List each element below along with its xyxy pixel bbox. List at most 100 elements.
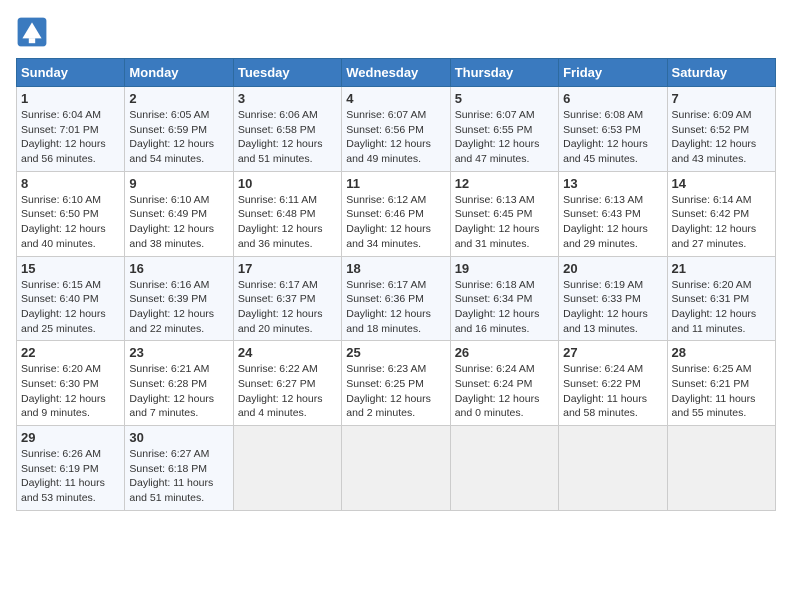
calendar-cell bbox=[667, 426, 775, 511]
day-info: Sunrise: 6:07 AM Sunset: 6:56 PM Dayligh… bbox=[346, 108, 445, 167]
calendar-cell: 21Sunrise: 6:20 AM Sunset: 6:31 PM Dayli… bbox=[667, 256, 775, 341]
day-number: 28 bbox=[672, 345, 771, 360]
calendar-cell bbox=[342, 426, 450, 511]
calendar-cell: 10 Sunrise: 6:11 AM Sunset: 6:48 PM Dayli… bbox=[233, 171, 341, 256]
calendar-cell: 23 Sunrise: 6:21 AM Sunset: 6:28 PM Dayli… bbox=[125, 341, 233, 426]
day-info: Sunrise: 6:26 AM Sunset: 6:19 PM Dayligh… bbox=[21, 447, 120, 506]
day-number: 20 bbox=[563, 261, 662, 276]
day-number: 5 bbox=[455, 91, 554, 106]
day-number: 8 bbox=[21, 176, 120, 191]
calendar-cell: 8Sunrise: 6:10 AM Sunset: 6:50 PM Daylig… bbox=[17, 171, 125, 256]
calendar-cell: 7 Sunrise: 6:09 AM Sunset: 6:52 PM Daylig… bbox=[667, 87, 775, 172]
calendar-cell: 13 Sunrise: 6:13 AM Sunset: 6:43 PM Dayli… bbox=[559, 171, 667, 256]
day-info: Sunrise: 6:14 AM Sunset: 6:42 PM Dayligh… bbox=[672, 193, 771, 252]
day-number: 4 bbox=[346, 91, 445, 106]
day-info: Sunrise: 6:19 AM Sunset: 6:33 PM Dayligh… bbox=[563, 278, 662, 337]
day-number: 11 bbox=[346, 176, 445, 191]
day-number: 10 bbox=[238, 176, 337, 191]
calendar-cell: 16 Sunrise: 6:16 AM Sunset: 6:39 PM Dayli… bbox=[125, 256, 233, 341]
day-number: 22 bbox=[21, 345, 120, 360]
calendar-cell: 17 Sunrise: 6:17 AM Sunset: 6:37 PM Dayli… bbox=[233, 256, 341, 341]
weekday-header: Sunday bbox=[17, 59, 125, 87]
day-number: 16 bbox=[129, 261, 228, 276]
day-number: 2 bbox=[129, 91, 228, 106]
day-info: Sunrise: 6:13 AM Sunset: 6:45 PM Dayligh… bbox=[455, 193, 554, 252]
day-info: Sunrise: 6:11 AM Sunset: 6:48 PM Dayligh… bbox=[238, 193, 337, 252]
weekday-header: Friday bbox=[559, 59, 667, 87]
day-number: 24 bbox=[238, 345, 337, 360]
calendar-cell: 24 Sunrise: 6:22 AM Sunset: 6:27 PM Dayli… bbox=[233, 341, 341, 426]
page-header bbox=[16, 16, 776, 48]
day-info: Sunrise: 6:08 AM Sunset: 6:53 PM Dayligh… bbox=[563, 108, 662, 167]
calendar-cell: 3 Sunrise: 6:06 AM Sunset: 6:58 PM Daylig… bbox=[233, 87, 341, 172]
day-number: 13 bbox=[563, 176, 662, 191]
day-number: 3 bbox=[238, 91, 337, 106]
day-info: Sunrise: 6:21 AM Sunset: 6:28 PM Dayligh… bbox=[129, 362, 228, 421]
day-number: 18 bbox=[346, 261, 445, 276]
weekday-header: Wednesday bbox=[342, 59, 450, 87]
day-info: Sunrise: 6:20 AM Sunset: 6:31 PM Dayligh… bbox=[672, 278, 771, 337]
day-info: Sunrise: 6:20 AM Sunset: 6:30 PM Dayligh… bbox=[21, 362, 120, 421]
day-number: 12 bbox=[455, 176, 554, 191]
day-info: Sunrise: 6:24 AM Sunset: 6:22 PM Dayligh… bbox=[563, 362, 662, 421]
day-number: 27 bbox=[563, 345, 662, 360]
weekday-header: Thursday bbox=[450, 59, 558, 87]
day-info: Sunrise: 6:16 AM Sunset: 6:39 PM Dayligh… bbox=[129, 278, 228, 337]
weekday-header: Monday bbox=[125, 59, 233, 87]
calendar-cell: 12 Sunrise: 6:13 AM Sunset: 6:45 PM Dayli… bbox=[450, 171, 558, 256]
calendar-cell bbox=[233, 426, 341, 511]
day-info: Sunrise: 6:09 AM Sunset: 6:52 PM Dayligh… bbox=[672, 108, 771, 167]
day-number: 29 bbox=[21, 430, 120, 445]
calendar-cell: 4 Sunrise: 6:07 AM Sunset: 6:56 PM Daylig… bbox=[342, 87, 450, 172]
weekday-header: Tuesday bbox=[233, 59, 341, 87]
day-number: 26 bbox=[455, 345, 554, 360]
calendar-cell: 1 Sunrise: 6:04 AM Sunset: 7:01 PM Daylig… bbox=[17, 87, 125, 172]
calendar-cell: 22 Sunrise: 6:20 AM Sunset: 6:30 PM Dayli… bbox=[17, 341, 125, 426]
calendar-cell: 28 Sunrise: 6:25 AM Sunset: 6:21 PM Dayli… bbox=[667, 341, 775, 426]
day-info: Sunrise: 6:23 AM Sunset: 6:25 PM Dayligh… bbox=[346, 362, 445, 421]
day-number: 7 bbox=[672, 91, 771, 106]
day-info: Sunrise: 6:25 AM Sunset: 6:21 PM Dayligh… bbox=[672, 362, 771, 421]
day-number: 17 bbox=[238, 261, 337, 276]
day-info: Sunrise: 6:07 AM Sunset: 6:55 PM Dayligh… bbox=[455, 108, 554, 167]
day-info: Sunrise: 6:17 AM Sunset: 6:36 PM Dayligh… bbox=[346, 278, 445, 337]
logo bbox=[16, 16, 52, 48]
day-info: Sunrise: 6:13 AM Sunset: 6:43 PM Dayligh… bbox=[563, 193, 662, 252]
day-number: 15 bbox=[21, 261, 120, 276]
calendar-cell: 11 Sunrise: 6:12 AM Sunset: 6:46 PM Dayli… bbox=[342, 171, 450, 256]
calendar-cell: 19 Sunrise: 6:18 AM Sunset: 6:34 PM Dayli… bbox=[450, 256, 558, 341]
day-number: 6 bbox=[563, 91, 662, 106]
day-info: Sunrise: 6:17 AM Sunset: 6:37 PM Dayligh… bbox=[238, 278, 337, 337]
day-info: Sunrise: 6:05 AM Sunset: 6:59 PM Dayligh… bbox=[129, 108, 228, 167]
day-info: Sunrise: 6:18 AM Sunset: 6:34 PM Dayligh… bbox=[455, 278, 554, 337]
calendar-cell: 30 Sunrise: 6:27 AM Sunset: 6:18 PM Dayli… bbox=[125, 426, 233, 511]
calendar-cell: 18 Sunrise: 6:17 AM Sunset: 6:36 PM Dayli… bbox=[342, 256, 450, 341]
weekday-header: Saturday bbox=[667, 59, 775, 87]
calendar-cell bbox=[450, 426, 558, 511]
day-number: 1 bbox=[21, 91, 120, 106]
calendar-cell: 20 Sunrise: 6:19 AM Sunset: 6:33 PM Dayli… bbox=[559, 256, 667, 341]
day-number: 25 bbox=[346, 345, 445, 360]
calendar-cell: 25 Sunrise: 6:23 AM Sunset: 6:25 PM Dayli… bbox=[342, 341, 450, 426]
calendar-table: SundayMondayTuesdayWednesdayThursdayFrid… bbox=[16, 58, 776, 511]
day-info: Sunrise: 6:24 AM Sunset: 6:24 PM Dayligh… bbox=[455, 362, 554, 421]
day-number: 9 bbox=[129, 176, 228, 191]
calendar-cell: 5 Sunrise: 6:07 AM Sunset: 6:55 PM Daylig… bbox=[450, 87, 558, 172]
day-number: 14 bbox=[672, 176, 771, 191]
day-number: 23 bbox=[129, 345, 228, 360]
day-info: Sunrise: 6:27 AM Sunset: 6:18 PM Dayligh… bbox=[129, 447, 228, 506]
day-info: Sunrise: 6:06 AM Sunset: 6:58 PM Dayligh… bbox=[238, 108, 337, 167]
day-number: 30 bbox=[129, 430, 228, 445]
day-info: Sunrise: 6:22 AM Sunset: 6:27 PM Dayligh… bbox=[238, 362, 337, 421]
day-info: Sunrise: 6:04 AM Sunset: 7:01 PM Dayligh… bbox=[21, 108, 120, 167]
calendar-cell: 27 Sunrise: 6:24 AM Sunset: 6:22 PM Dayli… bbox=[559, 341, 667, 426]
logo-icon bbox=[16, 16, 48, 48]
calendar-cell: 14 Sunrise: 6:14 AM Sunset: 6:42 PM Dayli… bbox=[667, 171, 775, 256]
calendar-cell: 6 Sunrise: 6:08 AM Sunset: 6:53 PM Daylig… bbox=[559, 87, 667, 172]
calendar-cell bbox=[559, 426, 667, 511]
day-info: Sunrise: 6:15 AM Sunset: 6:40 PM Dayligh… bbox=[21, 278, 120, 337]
day-number: 19 bbox=[455, 261, 554, 276]
day-info: Sunrise: 6:10 AM Sunset: 6:49 PM Dayligh… bbox=[129, 193, 228, 252]
day-info: Sunrise: 6:12 AM Sunset: 6:46 PM Dayligh… bbox=[346, 193, 445, 252]
calendar-cell: 15 Sunrise: 6:15 AM Sunset: 6:40 PM Dayli… bbox=[17, 256, 125, 341]
